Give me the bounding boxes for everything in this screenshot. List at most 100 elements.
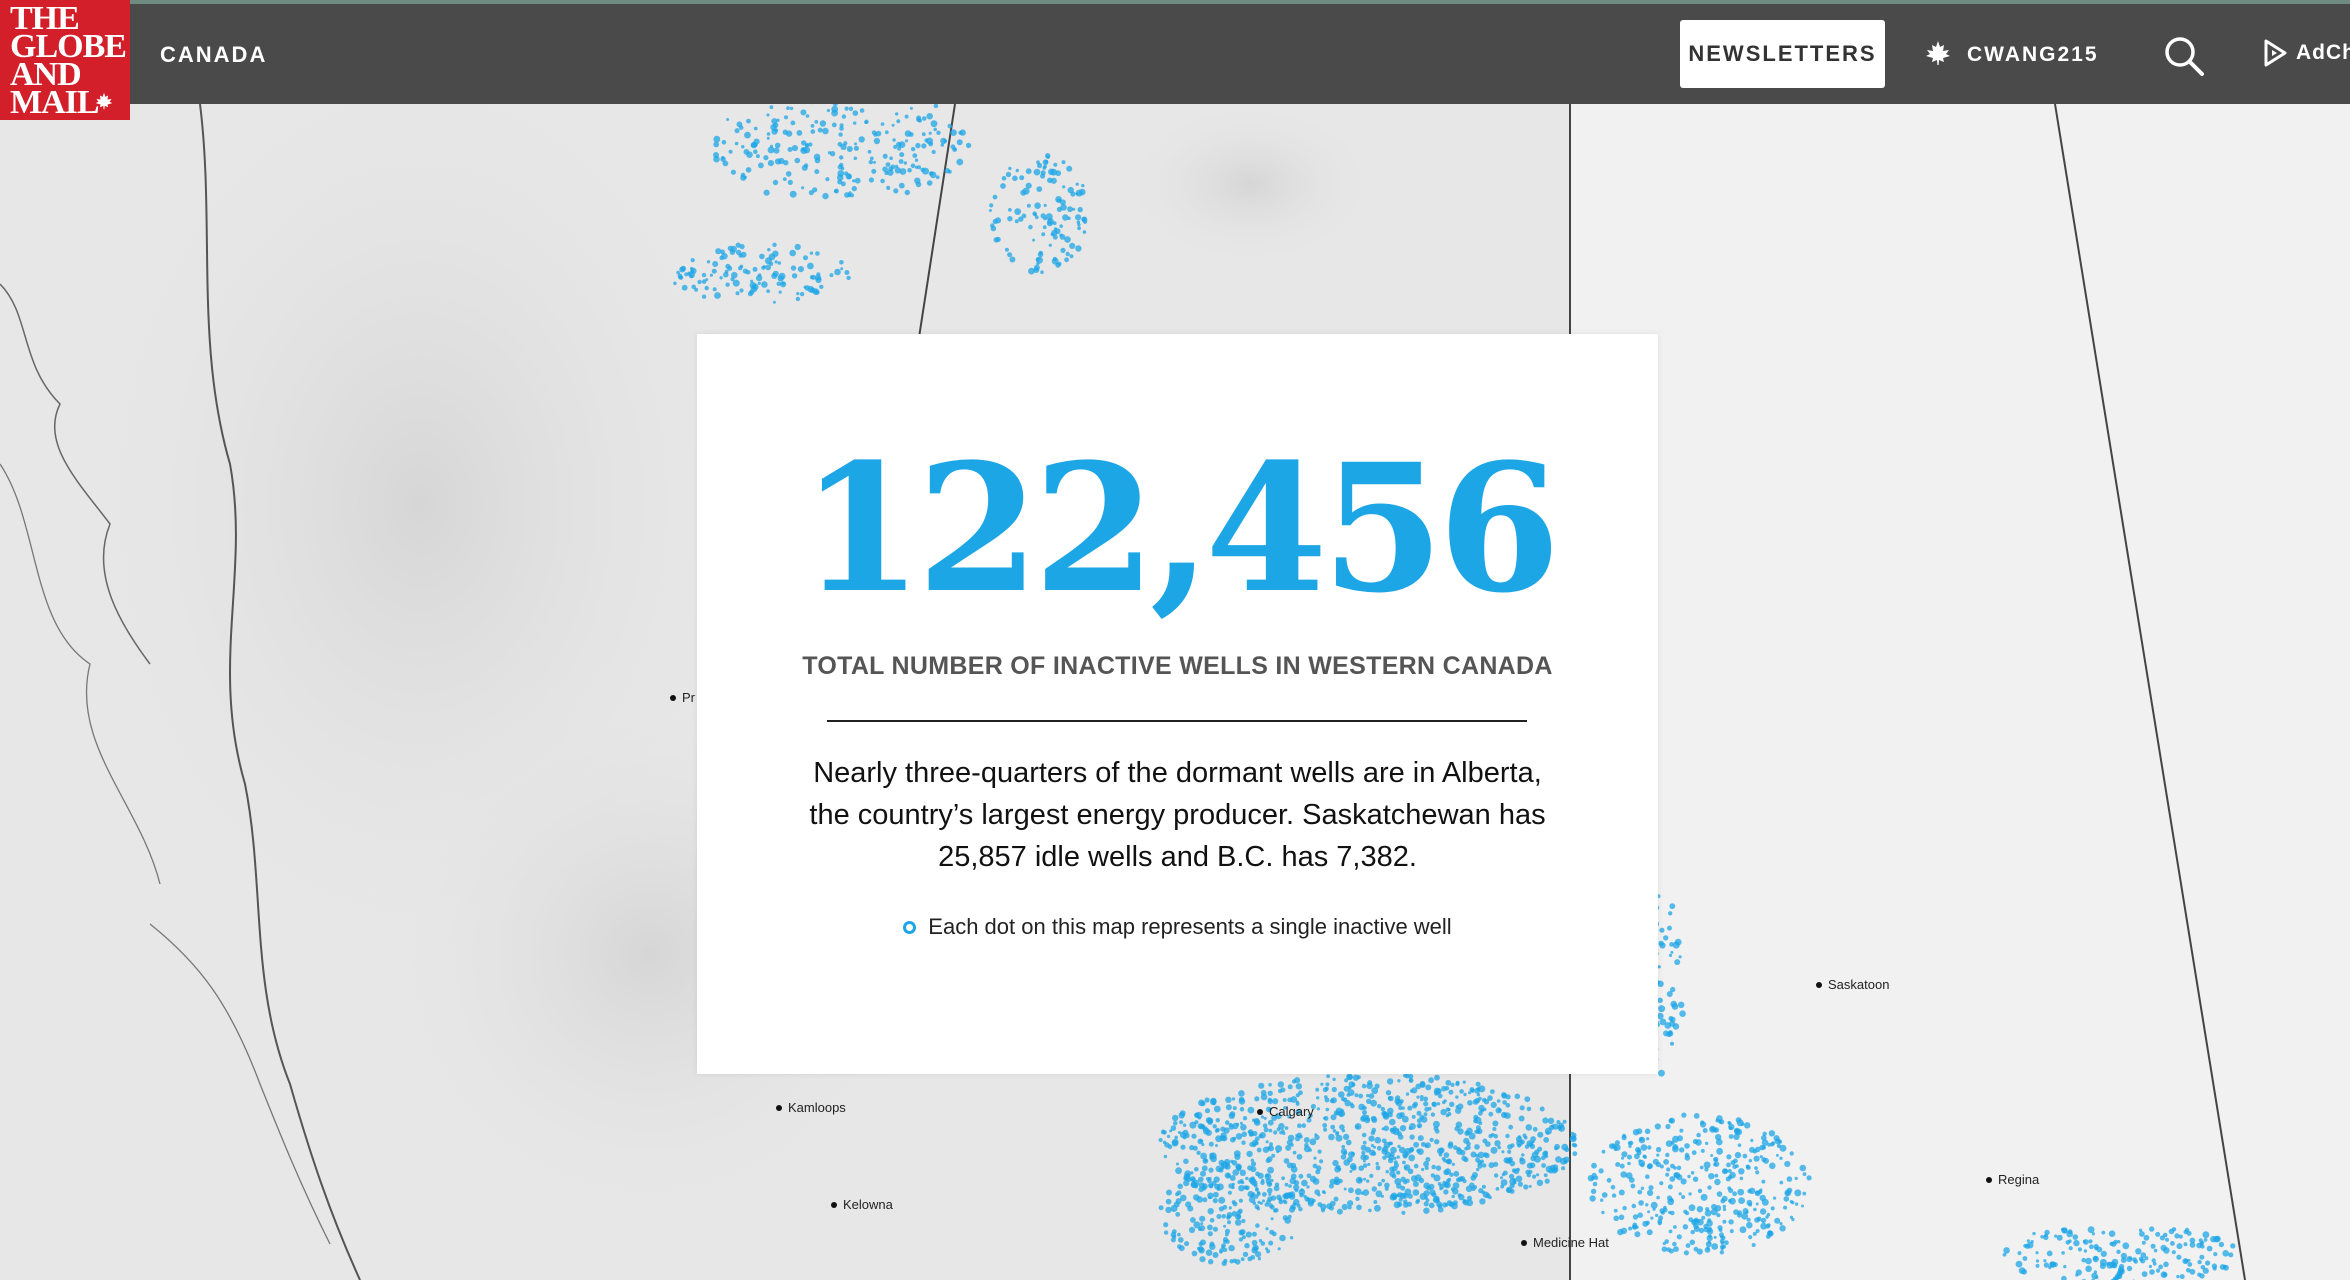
well-dot xyxy=(1335,1107,1343,1114)
well-dot xyxy=(1373,1200,1378,1204)
well-dot xyxy=(1668,1229,1673,1234)
well-dot xyxy=(1258,1082,1265,1089)
well-dot xyxy=(1744,1122,1751,1129)
section-link-canada[interactable]: CANADA xyxy=(160,42,267,68)
well-dot xyxy=(1524,1096,1531,1103)
well-dot xyxy=(757,281,761,285)
well-dot xyxy=(1668,911,1673,916)
well-dot xyxy=(2178,1234,2183,1239)
well-dot xyxy=(1347,1085,1352,1090)
well-dot xyxy=(1273,1130,1278,1135)
search-button[interactable] xyxy=(2162,34,2206,78)
well-dot xyxy=(778,290,782,294)
well-dot xyxy=(1257,1256,1262,1261)
well-dot xyxy=(713,152,719,158)
well-dot xyxy=(1257,1200,1261,1204)
well-dot xyxy=(907,168,912,173)
well-dot xyxy=(2032,1231,2036,1236)
well-dot xyxy=(1532,1174,1537,1179)
well-dot xyxy=(1704,1247,1711,1253)
well-dot xyxy=(1317,1202,1323,1207)
well-dot xyxy=(1260,1241,1266,1246)
well-dot xyxy=(2163,1261,2169,1268)
well-dot xyxy=(753,138,760,145)
well-dot xyxy=(1501,1173,1505,1177)
well-dot xyxy=(1659,927,1665,933)
well-dot xyxy=(1470,1175,1477,1181)
well-dot xyxy=(1399,1125,1407,1132)
well-dot xyxy=(1632,1214,1639,1220)
well-dot xyxy=(1348,1151,1355,1158)
well-dot xyxy=(1209,1241,1215,1247)
well-dot xyxy=(1185,1201,1192,1208)
newsletters-button[interactable]: NEWSLETTERS xyxy=(1680,20,1885,88)
well-dot xyxy=(1000,183,1006,189)
well-dot xyxy=(2176,1274,2180,1279)
well-dot xyxy=(1628,1177,1635,1183)
well-dot xyxy=(1517,1181,1523,1187)
well-dot xyxy=(1381,1138,1387,1144)
well-dot xyxy=(1495,1107,1502,1114)
well-dot xyxy=(1227,1190,1232,1195)
well-dot xyxy=(1265,1140,1269,1144)
well-dot xyxy=(1443,1152,1450,1158)
well-dot xyxy=(1338,1091,1345,1098)
well-dot xyxy=(1572,1151,1578,1157)
adchoices-link[interactable]: AdCh xyxy=(2262,38,2350,68)
well-dot xyxy=(910,146,916,152)
well-dot xyxy=(1441,1085,1447,1092)
well-dot xyxy=(785,130,793,137)
well-dot xyxy=(826,108,831,113)
well-dot xyxy=(1208,1141,1214,1147)
well-dot xyxy=(1037,162,1043,169)
stat-card: 122,456 TOTAL NUMBER OF INACTIVE WELLS I… xyxy=(697,334,1658,1074)
well-dot xyxy=(812,187,818,193)
well-dot xyxy=(1173,1121,1178,1126)
maple-leaf-icon xyxy=(1925,40,1951,71)
account-username: CWANG215 xyxy=(1967,43,2099,66)
well-dot xyxy=(1351,1165,1357,1171)
well-dot xyxy=(936,130,941,135)
well-dot xyxy=(1695,1139,1702,1146)
well-dot xyxy=(1332,1077,1336,1082)
well-dot xyxy=(1669,1176,1676,1182)
well-dot xyxy=(2108,1230,2116,1237)
well-dot xyxy=(1664,1239,1669,1244)
well-dot xyxy=(1271,1153,1276,1158)
well-dot xyxy=(1723,1168,1728,1174)
well-dot xyxy=(1180,1144,1186,1150)
well-dot xyxy=(1648,1185,1654,1191)
well-dot xyxy=(1778,1139,1783,1144)
well-dot xyxy=(1228,1244,1235,1252)
well-dot xyxy=(2139,1231,2145,1237)
well-dot xyxy=(1282,1199,1286,1203)
well-dot xyxy=(1656,1195,1660,1200)
well-dot xyxy=(904,114,909,119)
well-dot xyxy=(789,190,797,198)
well-dot xyxy=(1436,1102,1441,1106)
well-dot xyxy=(1335,1134,1343,1142)
well-dot xyxy=(1425,1084,1432,1091)
well-dot xyxy=(1077,226,1081,231)
account-menu[interactable]: CWANG215 xyxy=(1925,38,2099,72)
well-dot xyxy=(713,135,721,143)
well-dot xyxy=(1197,1138,1204,1145)
well-dot xyxy=(1075,189,1083,197)
well-dot xyxy=(1252,1118,1256,1122)
well-dot xyxy=(2063,1264,2067,1269)
well-dot xyxy=(965,142,972,149)
well-dot xyxy=(1370,1115,1377,1122)
well-dot xyxy=(1674,959,1681,966)
city-label-kelowna: Kelowna xyxy=(831,1197,893,1212)
well-dot xyxy=(1163,1230,1169,1235)
globe-and-mail-logo[interactable]: THE GLOBE AND MAIL xyxy=(0,0,130,120)
well-dot xyxy=(1463,1137,1470,1144)
well-dot xyxy=(1215,1118,1221,1123)
well-dot xyxy=(1251,1139,1258,1146)
well-dot xyxy=(2171,1227,2177,1232)
well-dot xyxy=(2158,1264,2164,1270)
well-dot xyxy=(736,121,743,128)
well-dot xyxy=(1600,1198,1604,1202)
well-dot xyxy=(1394,1098,1401,1105)
well-dot xyxy=(1507,1149,1512,1154)
